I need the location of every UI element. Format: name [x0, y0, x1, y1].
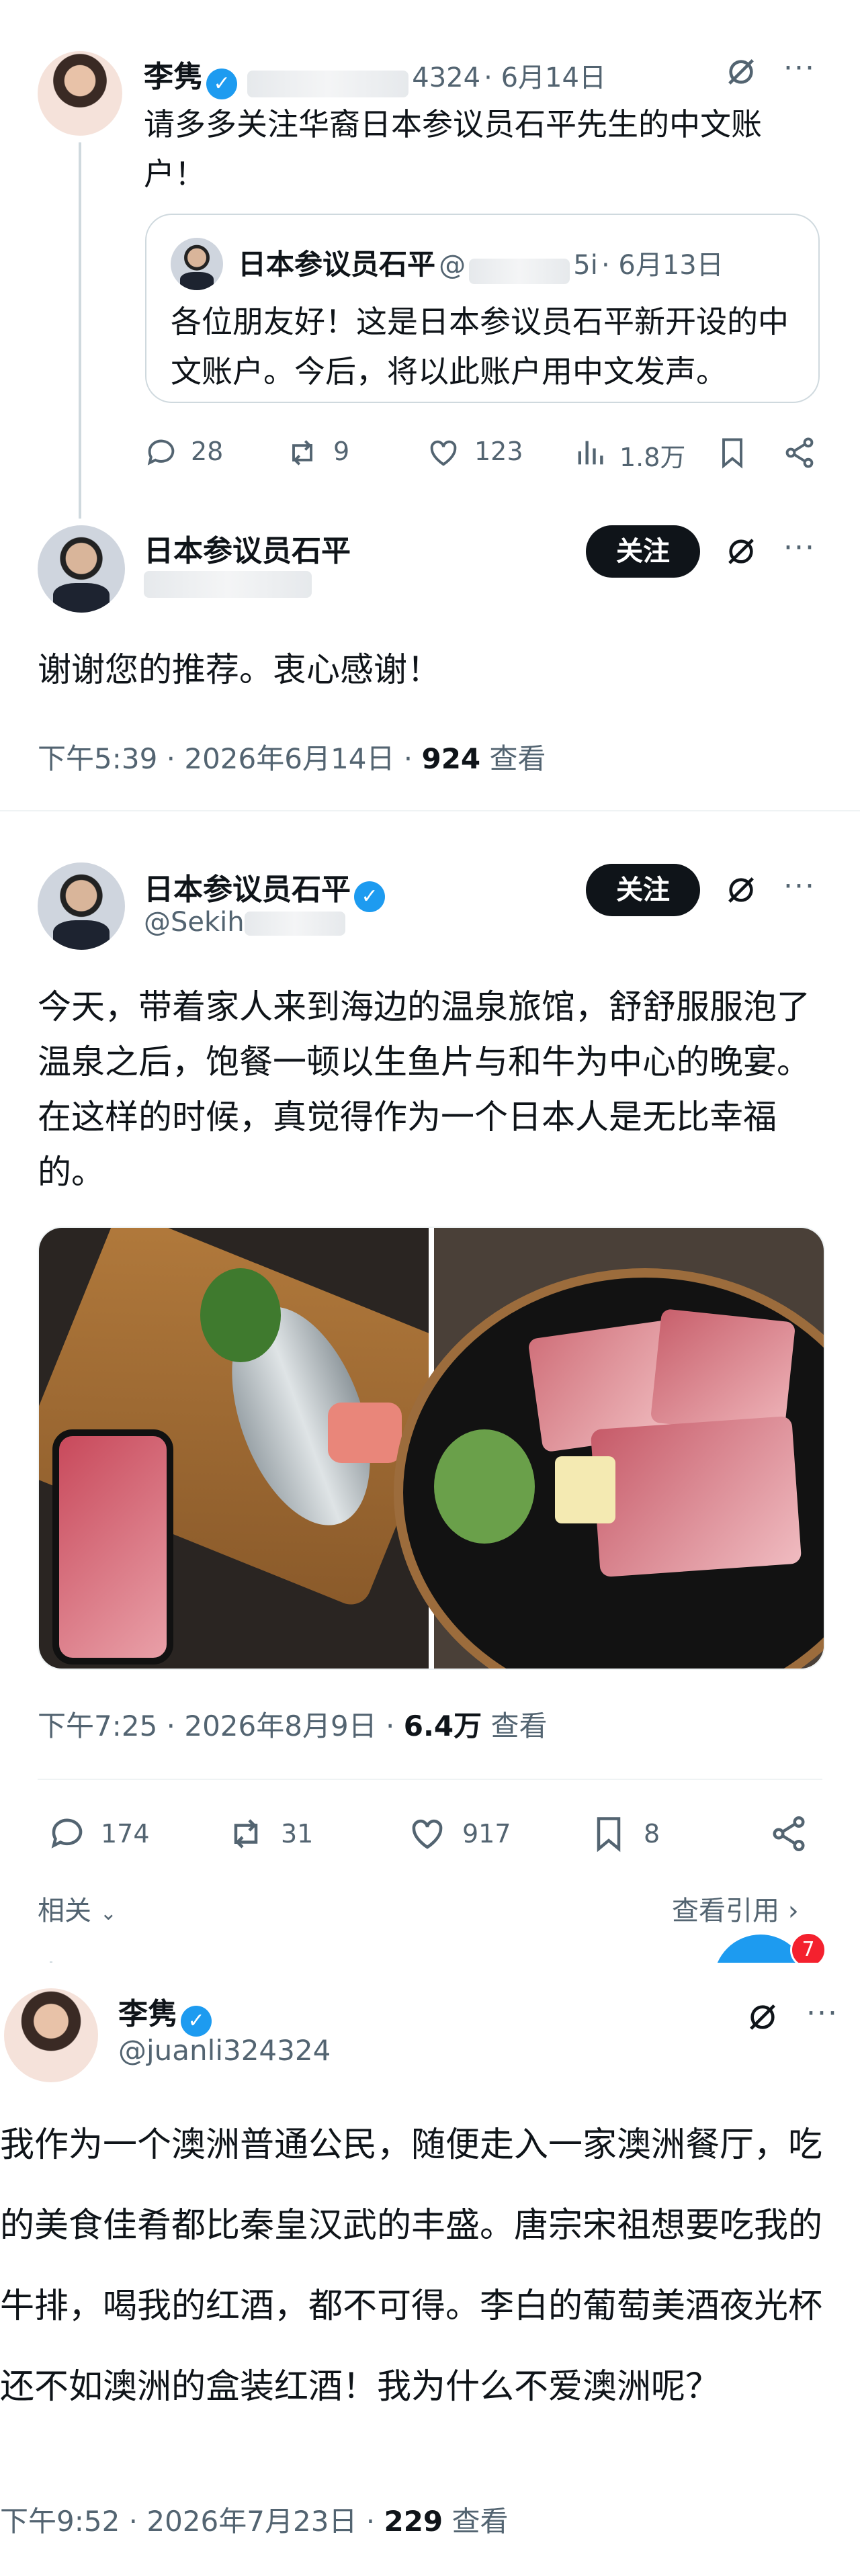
bookmark-count: 8 [644, 1819, 660, 1849]
divider [0, 810, 860, 811]
author-avatar[interactable] [38, 51, 122, 136]
quoted-author-name: 日本参议员石平 [238, 248, 436, 281]
post-text: 请多多关注华裔日本参议员石平先生的中文账户！ [144, 106, 762, 192]
repost-count: 9 [333, 437, 350, 466]
author-name[interactable]: 李隽 [118, 1997, 177, 2031]
like-count: 917 [462, 1819, 511, 1849]
quoted-author-avatar [171, 238, 223, 290]
handle-blurred [247, 70, 409, 97]
bookmark-icon[interactable] [589, 1814, 629, 1854]
related-label: 相关 [38, 1896, 91, 1926]
follow-button[interactable]: 关注 [586, 864, 700, 916]
repost-icon[interactable] [226, 1814, 266, 1854]
author-name[interactable]: 李隽 [144, 60, 203, 94]
grok-icon[interactable] [747, 2002, 778, 2033]
author-handle[interactable]: @juanli324324 [118, 2034, 331, 2067]
verified-badge-icon: ✓ [181, 2005, 212, 2037]
views-label: 查看 [480, 742, 546, 775]
more-options-icon[interactable]: ··· [783, 51, 816, 85]
chevron-right-icon: › [787, 1896, 799, 1926]
reply-icon[interactable] [144, 435, 179, 470]
post-timestamp[interactable]: 下午9:52 · 2026年7月23日 · 229 查看 [0, 2499, 509, 2540]
like-icon[interactable] [426, 435, 461, 470]
reply-count: 174 [101, 1819, 150, 1849]
handle-blurred [144, 571, 312, 598]
timestamp-text: 下午7:25 · 2026年8月9日 · [38, 1709, 404, 1742]
quoted-date: · 6月13日 [601, 250, 724, 281]
grok-icon[interactable] [726, 875, 757, 905]
view-quotes-label: 查看引用 [672, 1896, 779, 1926]
view-count: 229 [384, 2505, 443, 2538]
divider [38, 1779, 822, 1780]
more-options-icon[interactable]: ··· [783, 869, 816, 903]
post-date[interactable]: · 6月14日 [484, 62, 606, 93]
share-icon[interactable] [769, 1814, 809, 1854]
grok-icon[interactable] [726, 536, 757, 567]
author-avatar[interactable] [38, 862, 125, 950]
chevron-down-icon: ⌄ [99, 1902, 117, 1925]
reply-icon[interactable] [47, 1814, 87, 1854]
views-label: 查看 [482, 1709, 548, 1742]
author-name[interactable]: 日本参议员石平 [144, 527, 351, 570]
share-icon[interactable] [782, 435, 817, 470]
media-grid [38, 1227, 825, 1670]
more-options-icon[interactable]: ··· [806, 1996, 838, 2031]
view-count: 6.4万 [403, 1709, 482, 1742]
post-timestamp[interactable]: 下午7:25 · 2026年8月9日 · 6.4万 查看 [38, 1703, 548, 1744]
quoted-post[interactable]: 日本参议员石平 @ 5i · 6月13日 各位朋友好！这是日本参议员石平新开设的… [145, 214, 820, 403]
quoted-handle-prefix: @ [439, 250, 466, 281]
view-count: 924 [421, 742, 481, 775]
repost-icon[interactable] [285, 435, 320, 470]
repost-count: 31 [281, 1819, 314, 1849]
related-tab[interactable]: 相关 ⌄ [38, 1889, 117, 1928]
post-text: 谢谢您的推荐。衷心感谢！ [38, 650, 441, 689]
verified-badge-icon: ✓ [354, 881, 386, 912]
verified-badge-icon: ✓ [206, 68, 238, 99]
like-icon[interactable] [407, 1814, 447, 1854]
post-3[interactable]: 李隽 ✓ @juanli324324 ··· 我作为一个澳洲普通公民，随便走入一… [0, 1963, 860, 2576]
timestamp-text: 下午9:52 · 2026年7月23日 · [0, 2505, 384, 2538]
reply-count: 28 [191, 437, 224, 466]
like-count: 123 [474, 437, 523, 466]
author-handle[interactable]: @Sekih [144, 907, 245, 938]
views-icon[interactable] [572, 435, 607, 470]
view-quotes-link[interactable]: 查看引用 › [672, 1889, 799, 1928]
grok-icon[interactable] [726, 56, 757, 87]
author-handle[interactable]: 4324 [412, 62, 480, 93]
views-count: 1.8万 [619, 443, 686, 472]
author-avatar[interactable] [38, 525, 125, 613]
wagyu-beef-photo[interactable] [394, 1228, 824, 1669]
follow-button[interactable]: 关注 [586, 525, 700, 578]
handle-blurred [244, 912, 345, 936]
quoted-text: 各位朋友好！这是日本参议员石平新开设的中文账户。今后，将以此账户用中文发声。 [171, 304, 789, 390]
timestamp-text: 下午5:39 · 2026年6月14日 · [38, 742, 422, 775]
more-options-icon[interactable]: ··· [783, 531, 816, 565]
author-name[interactable]: 日本参议员石平 [144, 873, 351, 907]
sashimi-boat-photo[interactable] [39, 1228, 468, 1669]
quoted-handle-suffix: 5i [573, 250, 598, 281]
post-timestamp[interactable]: 下午5:39 · 2026年6月14日 · 924 查看 [38, 736, 546, 777]
post-text: 今天，带着家人来到海边的温泉旅馆，舒舒服服泡了温泉之后，饱餐一顿以生鱼片与和牛为… [38, 987, 810, 1192]
bookmark-icon[interactable] [715, 435, 750, 470]
post-text: 我作为一个澳洲普通公民，随便走入一家澳洲餐厅，吃的美食佳肴都比秦皇汉武的丰盛。唐… [0, 2125, 823, 2407]
author-avatar[interactable] [4, 1988, 98, 2082]
thread-line [79, 142, 81, 519]
views-label: 查看 [443, 2505, 509, 2538]
quoted-handle-blurred [469, 258, 570, 284]
